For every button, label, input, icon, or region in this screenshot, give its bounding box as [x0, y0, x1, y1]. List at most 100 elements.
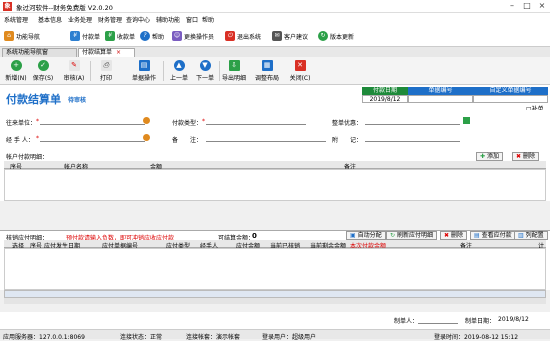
custom-no-header: 自定义单据编号: [473, 87, 548, 95]
user-icon: ☺: [172, 31, 182, 41]
menu-help[interactable]: 帮助: [202, 15, 214, 24]
discount-field[interactable]: [365, 117, 460, 125]
menu-finance[interactable]: 财务管理: [98, 15, 122, 24]
maker-field: [418, 316, 458, 324]
custom-no-value[interactable]: [473, 95, 548, 103]
tab-payment[interactable]: 付款结算单 ×: [78, 48, 135, 57]
maximize-icon[interactable]: □: [520, 1, 534, 12]
menu-basic[interactable]: 基本信息: [38, 15, 62, 24]
approve-button[interactable]: ✎ 审核(A): [61, 59, 87, 84]
view-payables-button[interactable]: ▤ 查看应付款: [470, 231, 516, 240]
app-icon: 象: [3, 2, 12, 11]
auto-assign-button[interactable]: ▣ 自动分配: [346, 231, 386, 240]
login-time-status: 登录时间：2019-08-12 15:12: [434, 334, 519, 341]
title-bar: 象 象过河软件--财务免费版 V2.0.20 – □ ×: [0, 0, 550, 13]
memo-field[interactable]: [365, 134, 460, 142]
tab-close-icon[interactable]: ×: [116, 49, 121, 57]
columns-icon: ▥: [518, 232, 524, 239]
menu-bar: 系统管理 基本信息 业务处理 财务管理 查询中心 辅助功能 窗口 帮助: [0, 13, 550, 24]
nav-button[interactable]: ⌂ 功能导航: [4, 29, 40, 43]
exit-button[interactable]: ⏻ 退出系统: [225, 29, 261, 43]
delete-icon: ✖: [444, 232, 450, 239]
auto-icon: ▣: [350, 232, 356, 239]
export-button[interactable]: ⇩ 导出明细: [221, 59, 247, 84]
handler-field[interactable]: [40, 134, 145, 142]
home-icon: ⌂: [4, 31, 14, 41]
receipt-button[interactable]: ¥ 收款单: [105, 29, 135, 43]
layout-icon: ▦: [261, 60, 273, 71]
menu-aux[interactable]: 辅助功能: [156, 15, 180, 24]
add-icon: +: [10, 60, 22, 71]
document-footer: 制单人： 制单日期： 2019/8/12: [0, 312, 550, 329]
update-button[interactable]: ↻ 版本更新: [318, 29, 354, 43]
menu-window[interactable]: 窗口: [186, 15, 198, 24]
account-title: 帐户付款明细：: [6, 154, 49, 161]
column-config-button[interactable]: ▥ 列配置: [514, 231, 548, 240]
note-field[interactable]: [206, 134, 326, 142]
note-label: 备 注：: [172, 137, 203, 144]
new-button[interactable]: + 新增(N): [3, 59, 29, 84]
close-button[interactable]: ✕ 关闭(C): [287, 59, 313, 84]
paytype-label: 付款类型：: [172, 120, 203, 127]
save-button[interactable]: ✓ 保存(S): [30, 59, 56, 84]
tab-nav[interactable]: 系统功能导航窗: [2, 48, 77, 57]
verify-delete-button[interactable]: ✖ 删除: [440, 231, 468, 240]
save-icon: ✓: [37, 60, 49, 71]
menu-query[interactable]: 查询中心: [126, 15, 150, 24]
delete-icon: ✖: [516, 153, 522, 160]
account-table-body[interactable]: [4, 169, 546, 201]
supplier-lookup-icon[interactable]: [143, 117, 150, 124]
date-header: 付款日期: [362, 87, 408, 95]
account-set-status: 连接帐套：演示帐套: [186, 334, 241, 341]
switch-user-button[interactable]: ☺ 更换操作员: [172, 29, 214, 43]
status-badge: 待审核: [68, 97, 87, 104]
close-doc-icon: ✕: [294, 60, 306, 71]
verify-table: 选择 序号 应付发生日期 应付单据编号 应付类型 经手人 应付金额 当前已核销 …: [0, 240, 550, 304]
feedback-icon: ✉: [272, 31, 282, 41]
printer-icon: ⎙: [100, 60, 112, 71]
update-icon: ↻: [318, 31, 328, 41]
tab-bar: 系统功能导航窗 付款结算单 ×: [0, 47, 550, 57]
layout-button[interactable]: ▦ 调整布局: [254, 59, 280, 84]
verify-table-body[interactable]: [4, 248, 546, 290]
payment-button[interactable]: ¥ 付款单: [70, 29, 100, 43]
supplier-field[interactable]: [40, 117, 145, 125]
window-title: 象过河软件--财务免费版 V2.0.20: [16, 4, 113, 12]
toolbar-separator: [163, 61, 164, 81]
plus-icon: ✚: [480, 153, 486, 160]
server-status: 应用服务器：127.0.0.1:8069: [3, 334, 85, 341]
document-form: 往来单位： * 付款类型： * 整单优惠： 经 手 人： * 备 注： 附 记：: [0, 110, 550, 152]
status-bar: 应用服务器：127.0.0.1:8069 连接状态：正常 连接帐套：演示帐套 登…: [0, 329, 550, 341]
menu-system[interactable]: 系统管理: [4, 15, 28, 24]
memo-label: 附 记：: [332, 137, 363, 144]
supplier-label: 往来单位：: [6, 120, 37, 127]
horizontal-scrollbar[interactable]: [4, 298, 546, 304]
amount-value: 0: [252, 232, 257, 240]
view-icon: ▤: [474, 232, 480, 239]
toolbar-separator: [219, 61, 220, 81]
close-icon[interactable]: ×: [535, 1, 549, 12]
feedback-button[interactable]: ✉ 客户建议: [272, 29, 308, 43]
toolbar-separator: [90, 61, 91, 81]
date-value[interactable]: 2019/8/12: [362, 95, 408, 103]
export-icon: ⇩: [228, 60, 240, 71]
docno-header: 单据编号: [408, 87, 473, 95]
account-section: 帐户付款明细： ✚ 添加 ✖ 删除 序号 帐户名称 金额 备注: [0, 152, 550, 201]
paytype-field[interactable]: [206, 117, 306, 125]
prev-button[interactable]: ▲ 上一单: [166, 59, 192, 84]
payment-icon: ¥: [70, 31, 80, 41]
calc-icon[interactable]: [463, 117, 470, 124]
doc-actions-button[interactable]: ▤ 单据操作: [125, 59, 163, 84]
docno-value[interactable]: [408, 95, 473, 103]
menu-business[interactable]: 业务处理: [68, 15, 92, 24]
print-button[interactable]: ⎙ 打印: [93, 59, 119, 84]
document-toolbar: +新增(N) ✓保存(S) ✎审核(A) ⎙打印 ▾ ▤单据操作 ▲上一单 ▼下…: [0, 57, 550, 132]
delete-row-button[interactable]: ✖ 删除: [512, 152, 540, 161]
refresh-payables-button[interactable]: ↻ 刷新应付明细: [386, 231, 438, 240]
help-button[interactable]: ? 帮助: [140, 29, 164, 43]
handler-lookup-icon[interactable]: [143, 134, 150, 141]
minimize-icon[interactable]: –: [505, 1, 519, 12]
refresh-icon: ↻: [390, 232, 396, 239]
add-row-button[interactable]: ✚ 添加: [476, 152, 504, 161]
next-button[interactable]: ▼ 下一单: [192, 59, 218, 84]
